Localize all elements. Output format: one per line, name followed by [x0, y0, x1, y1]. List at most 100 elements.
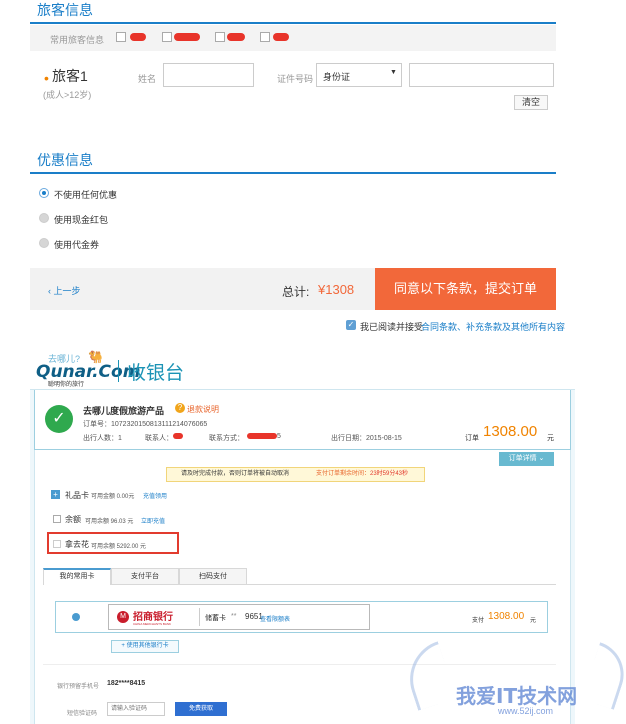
redacted-name-1	[130, 33, 146, 41]
required-dot: •	[44, 70, 49, 86]
order-number: 订单号：107232015081311121407606​5	[83, 421, 208, 428]
cashier-title: 收银台	[127, 363, 185, 384]
discount-radio-none[interactable]	[39, 188, 49, 198]
total-value: ¥1308	[318, 282, 355, 297]
cashier-header: 去哪儿? 🐫 Qunar.Com 聪明你的旅行 收银台	[30, 350, 575, 390]
discount-radio-voucher[interactable]	[39, 238, 49, 248]
id-type-select[interactable]: 身份证 ▼	[316, 63, 402, 87]
discount-option-voucher: 使用代金券	[54, 240, 100, 250]
agree-text: 我已阅读并接受	[360, 322, 424, 332]
agree-terms-link[interactable]: 合同条款、补充条款及其他所有内容	[421, 320, 565, 333]
submit-order-button[interactable]: 同意以下条款，提交订单	[375, 268, 556, 310]
pay-unit: 元	[530, 618, 537, 624]
common-passenger-checkbox-2[interactable]	[162, 32, 172, 42]
id-number-label: 证件号码	[277, 74, 314, 84]
gift-card-plus-icon[interactable]: +	[51, 490, 60, 499]
common-passenger-checkbox-1[interactable]	[116, 32, 126, 42]
gift-card-label: 礼品卡	[65, 491, 89, 500]
sms-code-label: 短信验证码	[67, 711, 98, 717]
discount-section-divider	[30, 172, 556, 174]
redacted-name-2	[174, 33, 200, 41]
brand-slogan: 聪明你的旅行	[48, 382, 85, 388]
bank-info-box: M 招商银行 CHINA MERCHANTS BANK 储蓄卡 ** 9651	[108, 604, 370, 630]
cashier-panel: 去哪儿? 🐫 Qunar.Com 聪明你的旅行 收银台 ✓ 去哪儿度假旅游产品 …	[30, 350, 575, 724]
submit-bar: ‹ 上一步 总计: ¥1308 同意以下条款，提交订单	[30, 268, 556, 310]
traveler-count: 出行人数：1	[83, 435, 122, 442]
form-divider	[43, 664, 556, 665]
bank-card-row[interactable]: M 招商银行 CHINA MERCHANTS BANK 储蓄卡 ** 9651 …	[55, 601, 548, 633]
bank-logo-icon: M	[117, 611, 129, 623]
clear-button[interactable]: 清空	[514, 95, 548, 110]
contact-label: 联系人：	[145, 435, 173, 442]
use-other-card-button[interactable]: + 使用其他银行卡	[111, 640, 179, 653]
redacted-phone	[247, 433, 277, 439]
redacted-name-4	[273, 33, 289, 41]
sms-code-input[interactable]	[107, 702, 165, 716]
notice-text: 请及时完成付款，否则订单将被自动取消	[181, 471, 290, 477]
refund-link[interactable]: 退款说明	[187, 404, 219, 415]
passenger-section-title: 旅客信息	[37, 2, 93, 18]
watermark-url: www.52ij.com	[498, 706, 554, 716]
tab-payment-platform[interactable]: 支付平台	[111, 568, 179, 585]
info-icon: ?	[175, 403, 185, 413]
notice-countdown-label: 支付订单剩余时间：	[316, 471, 371, 477]
card-mask: **	[231, 613, 237, 620]
gift-card-recharge-link[interactable]: 充值领用	[143, 491, 167, 500]
traveler-age-note: (成人>12岁)	[43, 90, 92, 100]
total-label: 总计:	[282, 285, 310, 299]
balance-available: 可用余额 96.03 元	[85, 519, 134, 525]
common-passenger-checkbox-3[interactable]	[215, 32, 225, 42]
discount-section-title: 优惠信息	[37, 152, 93, 168]
tab-my-cards[interactable]: 我的常用卡	[43, 568, 111, 585]
reserved-phone-label: 银行预留手机号	[57, 684, 100, 690]
caret-down-icon: ▼	[390, 69, 397, 76]
name-input[interactable]	[163, 63, 254, 87]
watermark-text: 我爱IT技术网	[456, 684, 578, 708]
phone-label: 联系方式：	[209, 435, 244, 442]
bank-box-divider	[199, 608, 200, 626]
limit-table-link[interactable]: 查看限额表	[260, 614, 290, 623]
balance-recharge-link[interactable]: 立即充值	[141, 516, 165, 525]
bank-name-en: CHINA MERCHANTS BANK	[133, 622, 172, 626]
back-link[interactable]: ‹ 上一步	[48, 284, 81, 297]
order-amount-unit: 元	[547, 435, 554, 442]
bank-radio[interactable]	[72, 613, 80, 621]
order-amount-label: 订单	[465, 435, 479, 442]
agree-checkbox[interactable]: ✓	[346, 320, 356, 330]
travel-date: 出行日期：2015-08-15	[331, 435, 402, 442]
naqu-label: 拿去花	[65, 540, 89, 549]
traveler-label: 旅客1	[52, 68, 88, 84]
order-amount-value: 1308.00	[483, 423, 538, 440]
payment-deadline-notice: 请及时完成付款，否则订单将被自动取消 支付订单剩余时间： 23时59分43秒	[166, 467, 425, 482]
order-detail-button[interactable]: 订单详情 ⌄	[499, 452, 554, 466]
card-type: 储蓄卡	[205, 615, 226, 622]
pay-amount: 1308.00	[488, 611, 525, 622]
header-divider	[118, 360, 119, 382]
common-passenger-row: 常用旅客信息	[30, 25, 556, 51]
redacted-contact	[173, 433, 183, 439]
id-number-input[interactable]	[409, 63, 554, 87]
watermark-wings-icon-right	[581, 642, 626, 710]
name-label: 姓名	[138, 74, 157, 84]
pay-label: 支付	[472, 618, 485, 624]
get-sms-code-button[interactable]: 免费获取	[175, 702, 227, 716]
naqu-checkbox[interactable]	[53, 540, 61, 548]
phone-tail: 5	[277, 433, 281, 440]
success-check-icon: ✓	[45, 405, 73, 433]
balance-label: 余额	[65, 515, 81, 524]
bank-name: 招商银行	[133, 612, 173, 623]
redacted-name-3	[227, 33, 245, 41]
common-passenger-checkbox-4[interactable]	[260, 32, 270, 42]
common-passenger-label: 常用旅客信息	[50, 35, 105, 45]
notice-countdown: 23时59分43秒	[370, 471, 409, 477]
tab-scan-pay[interactable]: 扫码支付	[179, 568, 247, 585]
discount-option-none: 不使用任何优惠	[54, 190, 118, 200]
reserved-phone-value: 182****8415	[107, 680, 146, 687]
naqu-available: 可用余额 5292.00 元	[91, 544, 147, 550]
discount-radio-cash[interactable]	[39, 213, 49, 223]
gift-card-available: 可用金额 0.00元	[91, 494, 135, 500]
balance-checkbox[interactable]	[53, 515, 61, 523]
id-type-value: 身份证	[323, 72, 351, 82]
back-label: 上一步	[53, 286, 81, 296]
passenger-section-divider	[30, 22, 556, 24]
